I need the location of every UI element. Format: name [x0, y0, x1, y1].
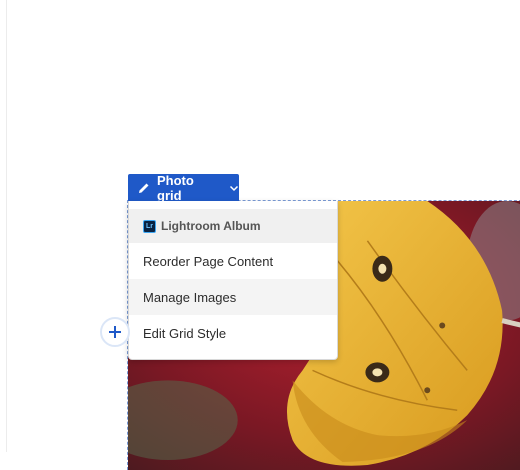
- menu-item-manage-images[interactable]: Manage Images: [129, 279, 337, 315]
- menu-item-reorder-page-content[interactable]: Reorder Page Content: [129, 243, 337, 279]
- menu-item-edit-grid-style[interactable]: Edit Grid Style: [129, 315, 337, 351]
- page-edge-divider: [6, 0, 7, 452]
- menu-item-label: Edit Grid Style: [143, 325, 227, 341]
- photo-grid-toolbar-button[interactable]: Photo grid: [128, 172, 239, 203]
- menu-item-label: Reorder Page Content: [143, 253, 274, 269]
- menu-item-label: Manage Images: [143, 289, 237, 305]
- menu-item-label: Lightroom Album: [161, 219, 261, 233]
- block-type-label: Photo grid: [157, 172, 194, 203]
- plus-icon: [109, 326, 121, 338]
- add-block-button[interactable]: [100, 317, 130, 347]
- pencil-icon: [138, 182, 150, 194]
- lightroom-icon: Lr: [143, 219, 156, 233]
- menu-item-lightroom-album[interactable]: Lr Lightroom Album: [129, 209, 337, 243]
- chevron-down-icon[interactable]: [229, 183, 239, 193]
- photo-grid-menu: Lr Lightroom Album Reorder Page Content …: [128, 201, 338, 360]
